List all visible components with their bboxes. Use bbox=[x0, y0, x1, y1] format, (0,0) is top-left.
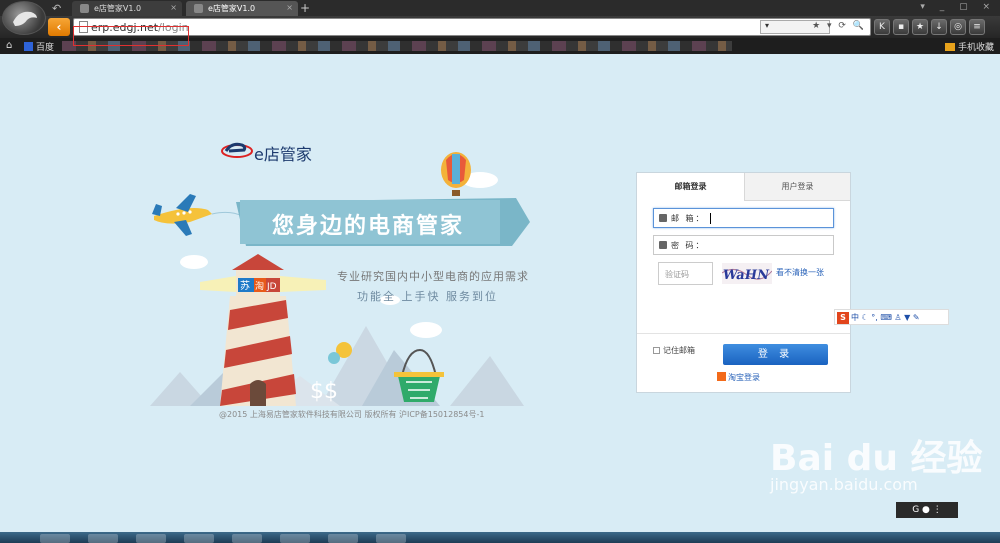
browser-logo[interactable] bbox=[2, 1, 46, 35]
bookmark-baidu[interactable]: 百度 bbox=[24, 40, 54, 53]
address-bar[interactable]: erp.edgj.net/login ▾ ★ ▾ ⟳ 🔍 bbox=[73, 18, 871, 36]
url-highlight-box bbox=[73, 26, 189, 46]
browser-tab-active[interactable]: e店管家V1.0 × bbox=[186, 1, 298, 16]
download-icon[interactable]: ↓ bbox=[931, 19, 947, 35]
email-label: 邮 箱： bbox=[671, 214, 706, 223]
taskbar-app[interactable] bbox=[184, 534, 214, 543]
taskbar-app[interactable] bbox=[40, 534, 70, 543]
close-icon[interactable]: × bbox=[170, 3, 177, 12]
close-icon[interactable]: × bbox=[286, 3, 293, 12]
login-tabs: 邮箱登录 用户登录 bbox=[637, 173, 850, 201]
home-icon[interactable]: ⌂ bbox=[6, 40, 12, 51]
game-icon[interactable]: ◎ bbox=[950, 19, 966, 35]
ime-mode[interactable]: 中 bbox=[851, 313, 859, 322]
captcha-image[interactable]: WaHN bbox=[722, 263, 772, 284]
baidu-icon bbox=[24, 42, 33, 51]
divider bbox=[637, 333, 850, 334]
taskbar-app[interactable] bbox=[376, 534, 406, 543]
login-panel: 邮箱登录 用户登录 邮 箱： 密 码： 验证码 WaHN 看不清换一张 S中 ☾… bbox=[636, 172, 949, 393]
os-taskbar bbox=[0, 532, 1000, 543]
svg-text:WaHN: WaHN bbox=[722, 268, 770, 283]
password-label: 密 码： bbox=[671, 241, 706, 250]
hero-banner: 您身边的电商管家 bbox=[236, 200, 532, 250]
extension-icon[interactable]: K bbox=[874, 19, 890, 35]
tab-favicon-icon bbox=[194, 4, 203, 13]
ime-toolbar[interactable]: S中 ☾ °, ⌨ ♙ ▼ ✎ bbox=[834, 309, 949, 325]
email-field[interactable]: 邮 箱： bbox=[653, 208, 834, 228]
favorite-icon[interactable]: ★ bbox=[912, 19, 928, 35]
browser-tab[interactable]: e店管家V1.0 × bbox=[72, 1, 182, 16]
taskbar-app[interactable] bbox=[136, 534, 166, 543]
tab-title: e店管家V1.0 bbox=[208, 4, 256, 13]
url-tools-icons[interactable]: ★ ▾ ⟳ 🔍 bbox=[812, 21, 866, 31]
remember-checkbox[interactable] bbox=[653, 347, 660, 354]
remember-email[interactable]: 记住邮箱 bbox=[653, 345, 695, 356]
svg-text:$$: $$ bbox=[310, 379, 338, 404]
window-controls[interactable]: ▾ _ ▢ × bbox=[920, 2, 996, 12]
sign-su: 苏 bbox=[240, 279, 250, 292]
hero-tagline: 专业研究国内中小型电商的应用需求 bbox=[337, 270, 529, 283]
taobao-login-link[interactable]: 淘宝登录 bbox=[717, 372, 760, 383]
tab-email-login[interactable]: 邮箱登录 bbox=[637, 173, 744, 201]
new-tab-button[interactable]: + bbox=[300, 1, 310, 15]
toolbar-buttons: K ▪ ★ ↓ ◎ ≡ bbox=[874, 19, 988, 35]
tray-widget[interactable]: G ● ⋮ bbox=[896, 502, 958, 518]
tab-title: e店管家V1.0 bbox=[94, 4, 142, 13]
tab-user-login[interactable]: 用户登录 bbox=[744, 173, 850, 201]
watermark-url: jingyan.baidu.com bbox=[770, 475, 918, 494]
hero-banner-text: 您身边的电商管家 bbox=[272, 214, 465, 239]
copyright: @2015 上海易店管家软件科技有限公司 版权所有 沪ICP备15012854号… bbox=[219, 410, 485, 419]
bookmark-mobile[interactable]: 手机收藏 bbox=[944, 40, 994, 53]
lock-icon bbox=[659, 241, 667, 249]
undo-close-icon[interactable]: ↶ bbox=[52, 2, 61, 15]
watermark-text: Bai du 经验 bbox=[770, 438, 983, 479]
mail-icon bbox=[659, 214, 667, 222]
login-page: e店管家 苏 淘 JD $$ 您身边的电商管家 专业研究国内中小型电商的应用需求… bbox=[0, 54, 1000, 532]
taskbar-app[interactable] bbox=[232, 534, 262, 543]
login-button[interactable]: 登 录 bbox=[723, 344, 828, 365]
back-button[interactable]: ‹ bbox=[48, 18, 70, 36]
taskbar-app[interactable] bbox=[280, 534, 310, 543]
taobao-icon bbox=[717, 372, 726, 381]
text-caret bbox=[710, 213, 711, 224]
captcha-input[interactable]: 验证码 bbox=[658, 262, 713, 285]
password-field[interactable]: 密 码： bbox=[653, 235, 834, 255]
sign-jd: JD bbox=[266, 282, 277, 292]
hero-features: 功能全 上手快 服务到位 bbox=[357, 290, 498, 303]
menu-icon[interactable]: ≡ bbox=[969, 19, 985, 35]
taskbar-app[interactable] bbox=[328, 534, 358, 543]
lock-icon[interactable]: ▪ bbox=[893, 19, 909, 35]
tab-favicon-icon bbox=[80, 4, 89, 13]
taskbar-app[interactable] bbox=[88, 534, 118, 543]
browser-tab-bar: ↶ e店管家V1.0 × e店管家V1.0 × + ▾ _ ▢ × bbox=[0, 0, 1000, 16]
sign-tao: 淘 bbox=[255, 280, 264, 292]
sogou-icon: S bbox=[837, 312, 849, 324]
captcha-refresh-link[interactable]: 看不清换一张 bbox=[776, 267, 824, 278]
folder-icon bbox=[944, 43, 955, 51]
